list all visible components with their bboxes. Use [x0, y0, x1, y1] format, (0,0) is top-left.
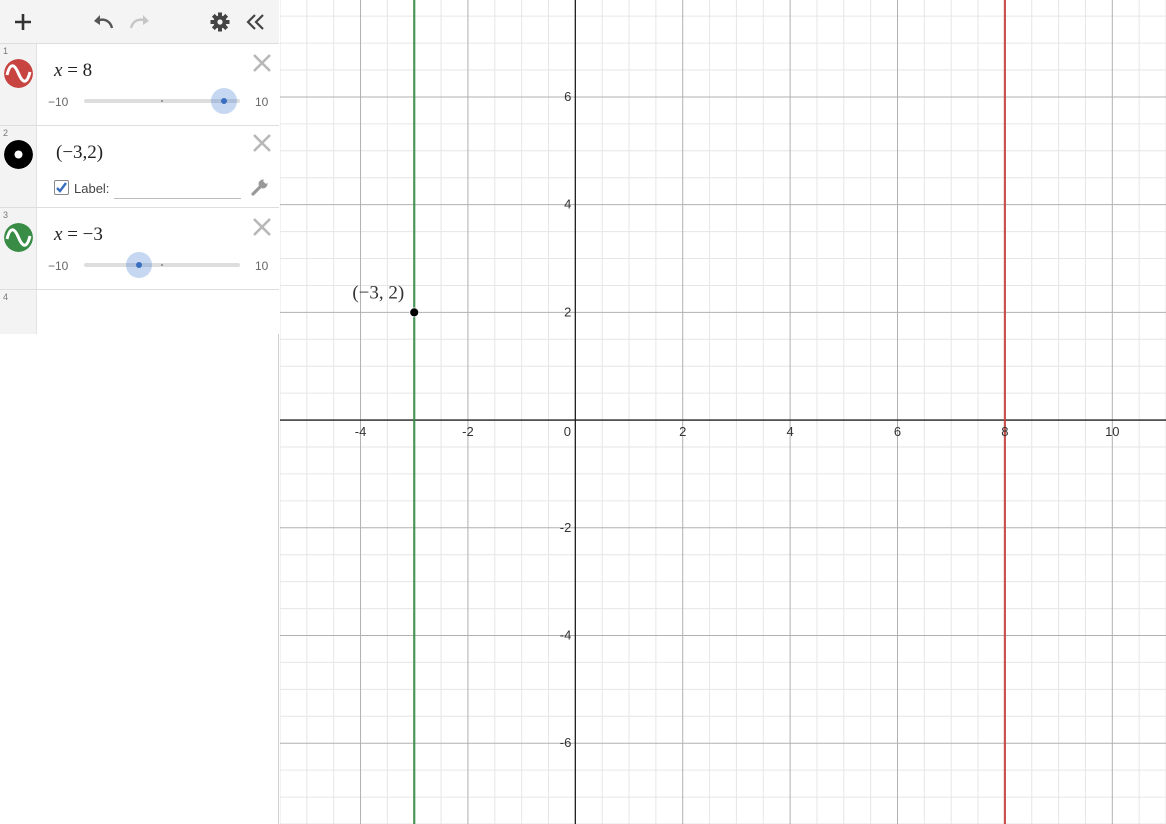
y-tick-label: -4 — [560, 628, 572, 643]
expression-row-4[interactable]: 4 — [0, 290, 279, 334]
add-expression-button[interactable] — [9, 8, 37, 36]
y-tick-label: 6 — [564, 89, 571, 104]
expression-math[interactable]: x = 8 — [54, 60, 92, 82]
y-tick-label: 2 — [564, 304, 571, 319]
expression-row-2[interactable]: 2 (−3,2) Label: — [0, 126, 279, 208]
y-tick-label: 4 — [564, 197, 571, 212]
double-chevron-left-icon — [246, 14, 264, 30]
label-input[interactable] — [114, 180, 245, 200]
slider-track[interactable] — [84, 263, 240, 267]
expression-gutter: 3 — [0, 208, 37, 289]
point-label: (−3, 2) — [352, 282, 404, 303]
minor-grid — [280, 0, 1166, 824]
slider-min[interactable]: −10 — [48, 95, 68, 109]
expression-row-3[interactable]: 3 x = −3 −10 10 — [0, 208, 279, 290]
y-tick-label: -6 — [560, 735, 572, 750]
close-icon[interactable] — [251, 216, 273, 238]
math-eq: = — [62, 60, 83, 81]
slider-handle[interactable] — [211, 88, 238, 114]
expression-index: 3 — [3, 210, 9, 220]
graph-canvas[interactable]: -4 -2 0 2 4 6 8 10 6 4 2 -2 -4 -6 (−3, 2) — [280, 0, 1166, 824]
point-marker[interactable] — [409, 307, 420, 318]
settings-button[interactable] — [206, 8, 234, 36]
x-tick-label: 2 — [679, 424, 686, 439]
x-tick-label: 4 — [787, 424, 794, 439]
x-tick-label: 6 — [894, 424, 901, 439]
expression-list-panel: 1 x = 8 −10 10 2 (−3,2) Label: 3 x = −3 … — [0, 0, 279, 824]
math-eq: = — [62, 224, 83, 245]
x-tick-label: -4 — [355, 424, 367, 439]
expression-math[interactable]: (−3,2) — [56, 142, 103, 164]
close-icon[interactable] — [251, 132, 273, 154]
expression-index: 4 — [3, 292, 9, 302]
expression-gutter: 2 — [0, 126, 37, 207]
slider-max[interactable]: 10 — [255, 95, 268, 109]
slider-handle[interactable] — [125, 252, 152, 278]
expression-toolbar — [0, 0, 279, 44]
expression-row-1[interactable]: 1 x = 8 −10 10 — [0, 44, 279, 126]
point-layer: (−3, 2) — [352, 282, 420, 318]
expression-index: 1 — [3, 46, 9, 56]
math-rhs: −3 — [82, 224, 103, 245]
undo-button[interactable] — [89, 8, 117, 36]
x-tick-label: 10 — [1105, 424, 1119, 439]
math-rhs: 8 — [82, 60, 93, 81]
wave-icon[interactable] — [4, 223, 33, 252]
redo-icon — [129, 15, 149, 29]
y-tick-label: -2 — [560, 520, 572, 535]
expression-gutter: 4 — [0, 290, 37, 334]
slider-min[interactable]: −10 — [48, 259, 68, 273]
undo-icon — [94, 15, 114, 29]
point-icon[interactable] — [4, 140, 33, 169]
redo-button[interactable] — [126, 8, 154, 36]
x-tick-label: 0 — [564, 424, 571, 439]
wave-icon[interactable] — [4, 59, 33, 88]
expression-math[interactable]: x = −3 — [54, 224, 103, 246]
wrench-icon[interactable] — [250, 177, 270, 197]
slider-max[interactable]: 10 — [255, 259, 268, 273]
close-icon[interactable] — [251, 52, 273, 74]
label-checkbox[interactable] — [54, 180, 69, 195]
collapse-panel-button[interactable] — [242, 8, 270, 36]
label-text: Label: — [74, 181, 110, 196]
x-tick-label: -2 — [462, 424, 474, 439]
checkmark-icon — [56, 182, 67, 193]
x-tick-label: 8 — [1001, 424, 1008, 439]
expression-index: 2 — [3, 128, 9, 138]
plus-icon — [15, 14, 31, 30]
expression-gutter: 1 — [0, 44, 37, 125]
gear-icon — [210, 12, 230, 32]
